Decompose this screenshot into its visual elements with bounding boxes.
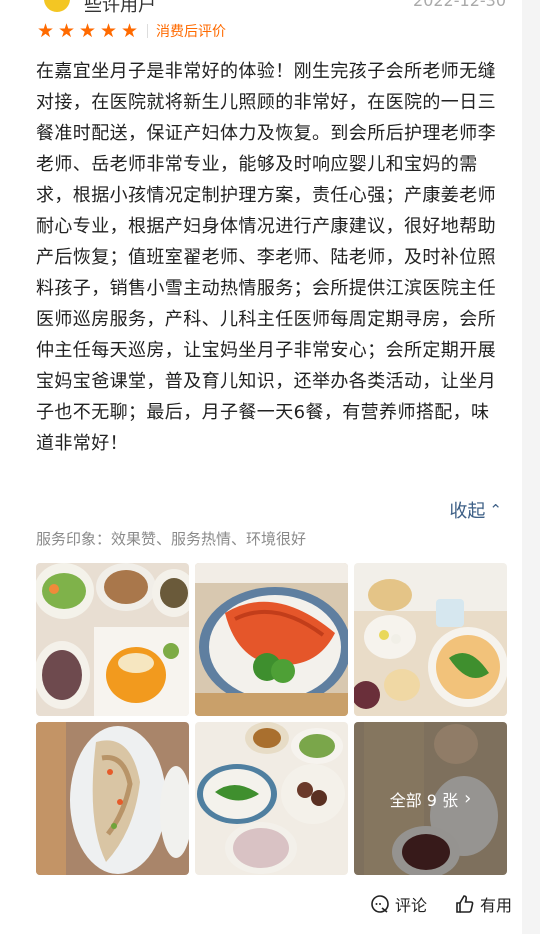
divider: [147, 24, 148, 38]
star-icon: ★: [36, 19, 55, 42]
useful-label: 有用: [479, 896, 512, 915]
star-icon: ★: [99, 19, 118, 42]
star-icon: ★: [120, 19, 139, 42]
more-photos-label: 全部 9 张: [389, 790, 459, 810]
review-date: 2022-12-30: [413, 0, 506, 10]
rating-note: 消费后评价: [156, 24, 226, 40]
service-impression: 服务印象：效果赞、服务热情、环境很好: [36, 528, 306, 549]
comment-icon: [371, 895, 389, 913]
collapse-button[interactable]: 收起 ⌃: [449, 497, 502, 523]
thumbs-up-icon: [456, 895, 474, 913]
chevron-right-icon: ›: [464, 788, 472, 809]
photo-thumbnail[interactable]: [36, 722, 189, 875]
more-photos-button[interactable]: 全部 9 张 ›: [354, 722, 507, 875]
more-photos-overlay: 全部 9 张 ›: [354, 722, 507, 875]
photo-grid: 全部 9 张 ›: [36, 563, 507, 875]
service-impression-values: 效果赞、服务热情、环境很好: [111, 530, 307, 548]
comment-label: 评论: [394, 896, 427, 915]
photo-thumbnail[interactable]: [354, 563, 507, 716]
comment-button[interactable]: 评论: [370, 892, 427, 916]
reviewer-header: 些许用户 2022-12-30: [0, 0, 540, 14]
username[interactable]: 些许用户: [84, 0, 156, 14]
useful-button[interactable]: 有用: [455, 892, 512, 916]
photo-thumbnail[interactable]: [36, 563, 189, 716]
photo-thumbnail[interactable]: [195, 563, 348, 716]
avatar[interactable]: [44, 0, 70, 12]
service-impression-label: 服务印象：: [36, 530, 112, 548]
star-icon: ★: [78, 19, 97, 42]
collapse-label: 收起: [449, 501, 486, 522]
star-icon: ★: [57, 19, 76, 42]
scroll-edge: [522, 0, 540, 934]
chevron-up-icon: ⌃: [489, 501, 502, 519]
review-actions: 评论 有用: [370, 892, 512, 916]
star-rating: ★ ★ ★ ★ ★: [36, 19, 139, 42]
review-text: 在嘉宜坐月子是非常好的体验！刚生完孩子会所老师无缝对接，在医院就将新生儿照顾的非…: [36, 61, 496, 454]
rating-row: ★ ★ ★ ★ ★ 消费后评价: [36, 20, 226, 42]
photo-thumbnail[interactable]: [195, 722, 348, 875]
